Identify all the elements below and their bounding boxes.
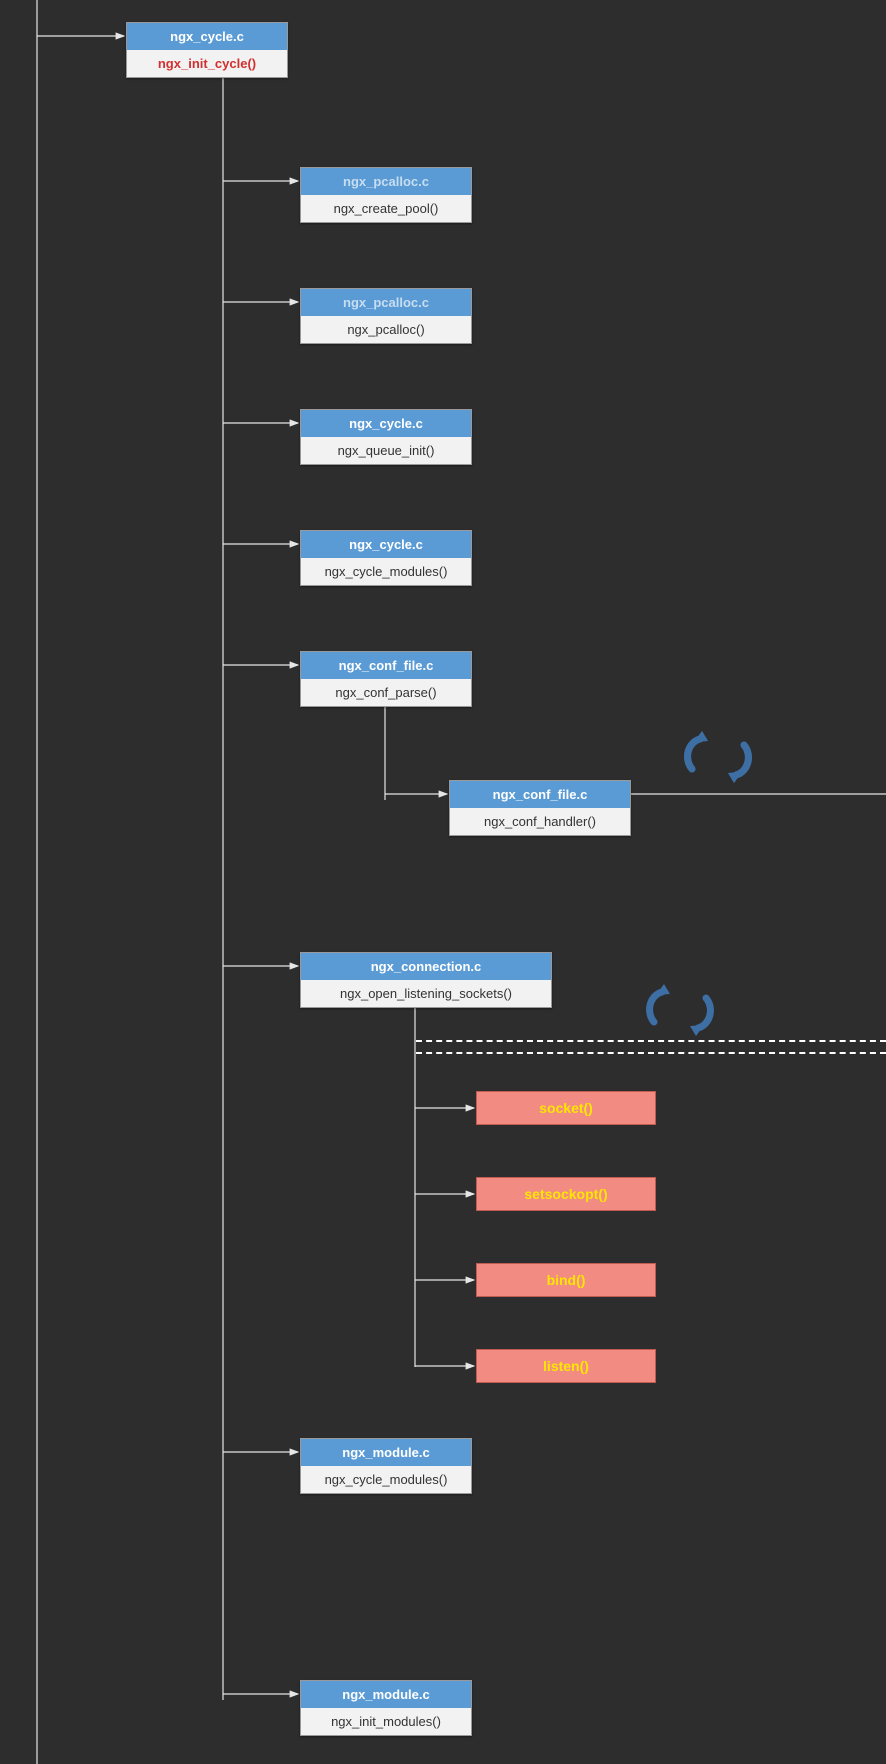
syscall-1: setsockopt() <box>476 1177 656 1211</box>
node-func: ngx_conf_handler() <box>450 808 630 835</box>
node-func: ngx_open_listening_sockets() <box>301 980 551 1007</box>
syscall-0: socket() <box>476 1091 656 1125</box>
node-file: ngx_connection.c <box>301 953 551 980</box>
node-func: ngx_init_modules() <box>301 1708 471 1735</box>
node-file: ngx_pcalloc.c <box>301 289 471 316</box>
node-child-1: ngx_pcalloc.cngx_pcalloc() <box>300 288 472 344</box>
node-child-7: ngx_module.cngx_init_modules() <box>300 1680 472 1736</box>
node-func: ngx_create_pool() <box>301 195 471 222</box>
node-child-5: ngx_connection.cngx_open_listening_socke… <box>300 952 552 1008</box>
syscall-3: listen() <box>476 1349 656 1383</box>
node-file: ngx_pcalloc.c <box>301 168 471 195</box>
node-file: ngx_conf_file.c <box>450 781 630 808</box>
diagram-canvas: ngx_cycle.cngx_init_cycle()ngx_pcalloc.c… <box>0 0 886 1764</box>
node-func: ngx_init_cycle() <box>127 50 287 77</box>
node-func: ngx_cycle_modules() <box>301 558 471 585</box>
loop-icon-2 <box>640 980 720 1040</box>
node-root: ngx_cycle.cngx_init_cycle() <box>126 22 288 78</box>
node-file: ngx_module.c <box>301 1681 471 1708</box>
node-func: ngx_conf_parse() <box>301 679 471 706</box>
node-file: ngx_cycle.c <box>127 23 287 50</box>
dashed-divider <box>416 1040 886 1054</box>
loop-icon-1 <box>678 727 758 787</box>
node-conf-handler: ngx_conf_file.cngx_conf_handler() <box>449 780 631 836</box>
node-child-3: ngx_cycle.cngx_cycle_modules() <box>300 530 472 586</box>
node-file: ngx_conf_file.c <box>301 652 471 679</box>
node-file: ngx_module.c <box>301 1439 471 1466</box>
node-file: ngx_cycle.c <box>301 531 471 558</box>
node-child-2: ngx_cycle.cngx_queue_init() <box>300 409 472 465</box>
node-child-4: ngx_conf_file.cngx_conf_parse() <box>300 651 472 707</box>
node-func: ngx_cycle_modules() <box>301 1466 471 1493</box>
syscall-2: bind() <box>476 1263 656 1297</box>
node-file: ngx_cycle.c <box>301 410 471 437</box>
node-child-0: ngx_pcalloc.cngx_create_pool() <box>300 167 472 223</box>
node-func: ngx_queue_init() <box>301 437 471 464</box>
node-func: ngx_pcalloc() <box>301 316 471 343</box>
node-child-6: ngx_module.cngx_cycle_modules() <box>300 1438 472 1494</box>
